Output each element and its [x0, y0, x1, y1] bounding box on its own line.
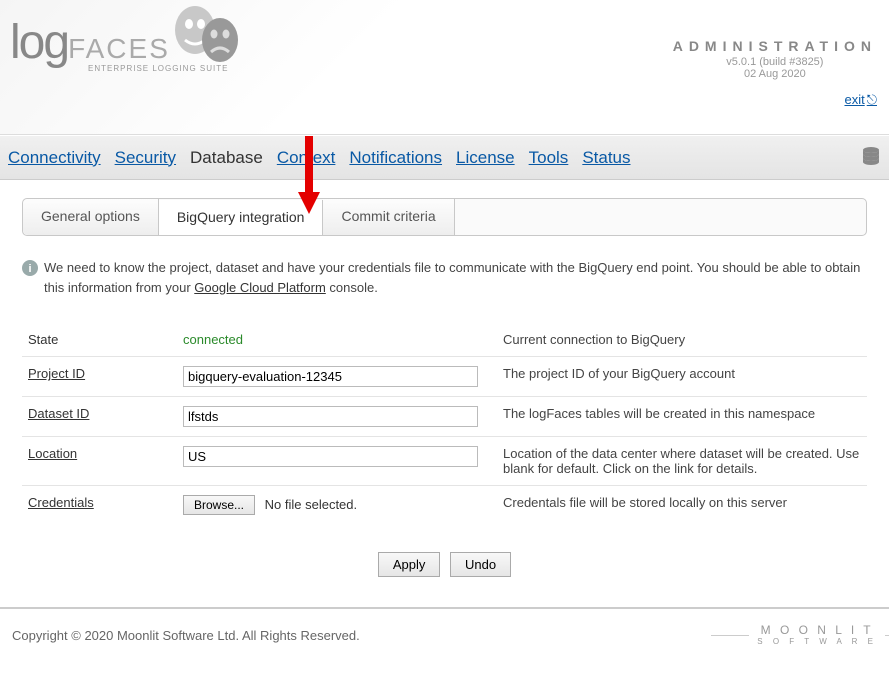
exit-icon: ⎋ — [867, 92, 877, 107]
logo-faces: FACES — [68, 33, 170, 64]
header-info: ADMINISTRATION v5.0.1 (build #3825) 02 A… — [673, 38, 877, 80]
settings-table: State connected Current connection to Bi… — [22, 323, 867, 524]
nav-notifications[interactable]: Notifications — [349, 148, 442, 168]
nav-database[interactable]: Database — [190, 148, 263, 168]
project-id-input[interactable] — [183, 366, 478, 387]
version-text: v5.0.1 (build #3825) — [673, 56, 877, 68]
state-desc: Current connection to BigQuery — [497, 323, 867, 357]
exit-link[interactable]: exit⎋ — [844, 92, 877, 108]
navbar: Connectivity Security Database Context N… — [0, 135, 889, 180]
footer: Copyright © 2020 Moonlit Software Ltd. A… — [0, 607, 889, 661]
apply-button[interactable]: Apply — [378, 552, 441, 577]
project-id-desc: The project ID of your BigQuery account — [497, 357, 867, 397]
footer-brand-sub: S O F T W A R E — [757, 637, 877, 646]
location-desc: Location of the data center where datase… — [497, 437, 867, 486]
location-label[interactable]: Location — [28, 446, 77, 461]
no-file-text: No file selected. — [265, 497, 358, 512]
admin-title: ADMINISTRATION — [673, 38, 877, 54]
state-value: connected — [183, 332, 243, 347]
svg-text:i: i — [28, 263, 31, 275]
info-text: We need to know the project, dataset and… — [44, 258, 867, 297]
footer-brand: M O O N L I T S O F T W A R E — [757, 623, 877, 647]
location-input[interactable] — [183, 446, 478, 467]
nav-context[interactable]: Context — [277, 148, 336, 168]
action-buttons: Apply Undo — [22, 552, 867, 577]
nav-tools[interactable]: Tools — [529, 148, 569, 168]
info-text-after: console. — [326, 280, 378, 295]
exit-label: exit — [844, 92, 864, 107]
gcp-link[interactable]: Google Cloud Platform — [194, 280, 326, 295]
build-date: 02 Aug 2020 — [673, 68, 877, 80]
info-text-before: We need to know the project, dataset and… — [44, 260, 860, 295]
state-label: State — [22, 323, 177, 357]
nav-status[interactable]: Status — [582, 148, 630, 168]
tabstrip: General options BigQuery integration Com… — [22, 198, 867, 236]
credentials-desc: Credentals file will be stored locally o… — [497, 486, 867, 525]
nav-connectivity[interactable]: Connectivity — [8, 148, 101, 168]
dataset-id-input[interactable] — [183, 406, 478, 427]
masks-icon — [165, 0, 255, 73]
footer-brand-name: M O O N L I T — [761, 623, 874, 637]
undo-button[interactable]: Undo — [450, 552, 511, 577]
dataset-id-desc: The logFaces tables will be created in t… — [497, 397, 867, 437]
nav-license[interactable]: License — [456, 148, 515, 168]
database-icon — [861, 146, 881, 169]
nav-security[interactable]: Security — [115, 148, 176, 168]
content: General options BigQuery integration Com… — [0, 180, 889, 607]
copyright: Copyright © 2020 Moonlit Software Ltd. A… — [12, 628, 360, 643]
header: logFACES ENTERPRISE LOGGING SUITE ADMINI… — [0, 0, 889, 135]
project-id-label[interactable]: Project ID — [28, 366, 85, 381]
info-message: i We need to know the project, dataset a… — [22, 258, 867, 297]
credentials-label[interactable]: Credentials — [28, 495, 94, 510]
info-icon: i — [22, 258, 38, 282]
tab-general-options[interactable]: General options — [23, 199, 159, 235]
dataset-id-label[interactable]: Dataset ID — [28, 406, 89, 421]
browse-button[interactable]: Browse... — [183, 495, 255, 515]
logo-main: log — [10, 16, 68, 69]
tab-commit-criteria[interactable]: Commit criteria — [323, 199, 454, 235]
tab-bigquery-integration[interactable]: BigQuery integration — [159, 200, 324, 236]
